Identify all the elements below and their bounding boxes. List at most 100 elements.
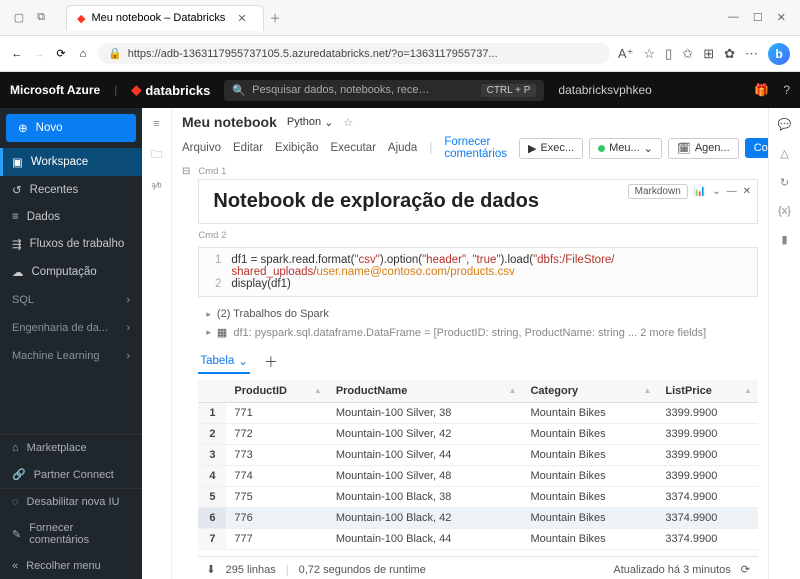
plus-icon: ⊕ [18, 121, 28, 135]
col-header[interactable]: ListPrice▲ [657, 380, 758, 403]
gift-icon[interactable]: 🎁 [754, 83, 769, 97]
sidebar-sec-sql[interactable]: SQL› [0, 286, 142, 314]
lock-icon: 🔒 [108, 47, 122, 60]
window-close-icon[interactable]: ✕ [777, 11, 786, 24]
window-minimize-icon[interactable]: — [728, 11, 739, 24]
menu-feedback[interactable]: Fornecer comentários [444, 136, 507, 160]
url-field[interactable]: 🔒 https://adb-1363117955737105.5.azureda… [98, 43, 610, 64]
mlflow-icon[interactable]: △ [780, 147, 788, 160]
collections-icon[interactable]: ⊞ [703, 46, 714, 62]
notebook-title[interactable]: Meu notebook [182, 114, 277, 130]
sidebar-item-marketplace[interactable]: ⌂Marketplace [0, 435, 142, 461]
download-icon[interactable]: ⬇ [206, 563, 215, 576]
output-status-bar: ⬇ 295 linhas | 0,72 segundos de runtime … [198, 556, 758, 579]
sidebar-item-novo[interactable]: ⊕Novo [6, 114, 136, 142]
favorites-icon[interactable]: ✩ [682, 46, 693, 62]
share-button[interactable]: Compartilhar [745, 138, 768, 158]
read-aloud-icon[interactable]: A⁺ [618, 46, 634, 62]
extensions-icon[interactable]: ✿ [724, 46, 735, 62]
table-row[interactable]: 3773Mountain-100 Silver, 44Mountain Bike… [198, 445, 758, 466]
cluster-button[interactable]: Meu... ⌄ [589, 138, 662, 159]
help-icon[interactable]: ? [783, 83, 790, 97]
bing-icon[interactable]: b [768, 43, 790, 65]
workflow-icon: ⇶ [12, 237, 22, 251]
refresh-icon[interactable]: ⟳ [54, 47, 68, 61]
back-icon[interactable]: ← [10, 47, 24, 61]
table-row[interactable]: 6776Mountain-100 Black, 42Mountain Bikes… [198, 508, 758, 529]
table-row[interactable]: 1771Mountain-100 Silver, 38Mountain Bike… [198, 403, 758, 424]
window-maximize-icon[interactable]: ☐ [753, 11, 763, 24]
sidebar-item-dados[interactable]: ≡Dados [0, 204, 142, 230]
col-header[interactable]: ProductID▲ [226, 380, 327, 403]
run-button[interactable]: ▶ Exec... [519, 138, 583, 159]
toc-icon[interactable]: ≡ [153, 118, 159, 130]
status-runtime: 0,72 segundos de runtime [299, 564, 426, 576]
sidebar-item-collapse[interactable]: «Recolher menu [0, 553, 142, 579]
col-header[interactable]: Category▲ [522, 380, 657, 403]
bookmarks-icon[interactable]: ▮ [781, 233, 787, 246]
language-picker[interactable]: Python ⌄ [287, 116, 333, 129]
app-top-nav: Microsoft Azure | ◆databricks 🔍 Pesquisa… [0, 72, 800, 108]
chart-toggle-icon[interactable]: 📊 [694, 186, 706, 197]
output-tab-table[interactable]: Tabela ⌄ [198, 350, 250, 374]
org-name[interactable]: databricksvphkeo [558, 83, 651, 97]
menu-arquivo[interactable]: Arquivo [182, 142, 221, 154]
minimize-cell-icon[interactable]: — [727, 186, 737, 197]
sidebar-item-comp[interactable]: ☁Computação [0, 258, 142, 286]
sidebar-item-feedback[interactable]: ✎Fornecer comentários [0, 515, 142, 553]
home-icon[interactable]: ⌂ [76, 47, 90, 61]
notebook-header: Meu notebook Python ⌄ ☆ [182, 108, 758, 136]
reading-list-icon[interactable]: ▯ [665, 46, 672, 62]
menu-ajuda[interactable]: Ajuda [388, 142, 417, 154]
chevron-down-icon[interactable]: ⌄ [712, 186, 720, 197]
markdown-cell[interactable]: Markdown 📊 ⌄ — ✕ Notebook de exploração … [198, 179, 758, 224]
col-header[interactable]: ProductName▲ [328, 380, 523, 403]
browser-tab[interactable]: ◆ Meu notebook – Databricks ✕ [66, 5, 264, 31]
sidebar-sec-ml[interactable]: Machine Learning› [0, 342, 142, 370]
cell-toggle-icon[interactable]: ⊟ [182, 166, 190, 579]
sidebar-item-partner[interactable]: 🔗Partner Connect [0, 461, 142, 488]
sidebar-item-fluxos[interactable]: ⇶Fluxos de trabalho [0, 230, 142, 258]
menu-editar[interactable]: Editar [233, 142, 263, 154]
sidebar: ⊕Novo ▣Workspace ↺Recentes ≡Dados ⇶Fluxo… [0, 108, 142, 579]
store-icon: ⌂ [12, 442, 19, 454]
history-icon[interactable]: ↻ [780, 176, 789, 189]
menu-executar[interactable]: Executar [331, 142, 376, 154]
table-row[interactable]: 2772Mountain-100 Silver, 42Mountain Bike… [198, 424, 758, 445]
triangle-right-icon: ▸ [206, 327, 211, 338]
variables-icon[interactable]: ᵃ⁄ᵇ [151, 181, 161, 193]
sidebar-toggle-icon[interactable]: ▢ [12, 11, 26, 25]
refresh-output-icon[interactable]: ⟳ [741, 563, 750, 576]
cell-type-pill[interactable]: Markdown [628, 184, 688, 199]
row-index-header[interactable] [198, 380, 226, 403]
close-cell-icon[interactable]: ✕ [743, 186, 751, 197]
table-row[interactable]: 7777Mountain-100 Black, 44Mountain Bikes… [198, 529, 758, 550]
more-icon[interactable]: ⋯ [745, 46, 758, 62]
table-row[interactable]: 5775Mountain-100 Black, 38Mountain Bikes… [198, 487, 758, 508]
folder-tree-icon[interactable]: 🗀 [151, 146, 162, 165]
close-tab-icon[interactable]: ✕ [231, 12, 252, 25]
add-output-tab[interactable]: ＋ [264, 352, 278, 372]
sidebar-item-disable-ui[interactable]: ◌Desabilitar nova IU [0, 489, 142, 515]
new-tab-button[interactable]: ＋ [264, 10, 287, 26]
global-search-input[interactable]: 🔍 Pesquisar dados, notebooks, recentes, … [224, 80, 544, 101]
table-icon: ▦ [217, 326, 227, 339]
sort-icon[interactable]: ▲ [314, 386, 322, 395]
sort-icon[interactable]: ▲ [509, 386, 517, 395]
favorite-star-icon[interactable]: ☆ [343, 116, 353, 129]
code-cell[interactable]: 1df1 = spark.read.format("csv").option("… [198, 247, 758, 297]
star-icon[interactable]: ☆ [643, 46, 655, 62]
menu-exibicao[interactable]: Exibição [275, 142, 318, 154]
sort-icon[interactable]: ▲ [643, 386, 651, 395]
table-row[interactable]: 4774Mountain-100 Silver, 48Mountain Bike… [198, 466, 758, 487]
schedule-button[interactable]: 🗓 Agen... [668, 138, 739, 159]
sort-icon[interactable]: ▲ [744, 386, 752, 395]
comments-icon[interactable]: 💬 [778, 118, 792, 131]
schema-toggle[interactable]: ▸▦df1: pyspark.sql.dataframe.DataFrame =… [206, 323, 758, 342]
sidebar-item-recentes[interactable]: ↺Recentes [0, 176, 142, 204]
tabs-icon[interactable]: ⧉ [34, 11, 48, 25]
sidebar-sec-eng[interactable]: Engenharia de da...› [0, 314, 142, 342]
variables-panel-icon[interactable]: {x} [778, 205, 791, 217]
sidebar-item-workspace[interactable]: ▣Workspace [0, 148, 142, 176]
spark-jobs-toggle[interactable]: ▸(2) Trabalhos do Spark [206, 305, 758, 323]
